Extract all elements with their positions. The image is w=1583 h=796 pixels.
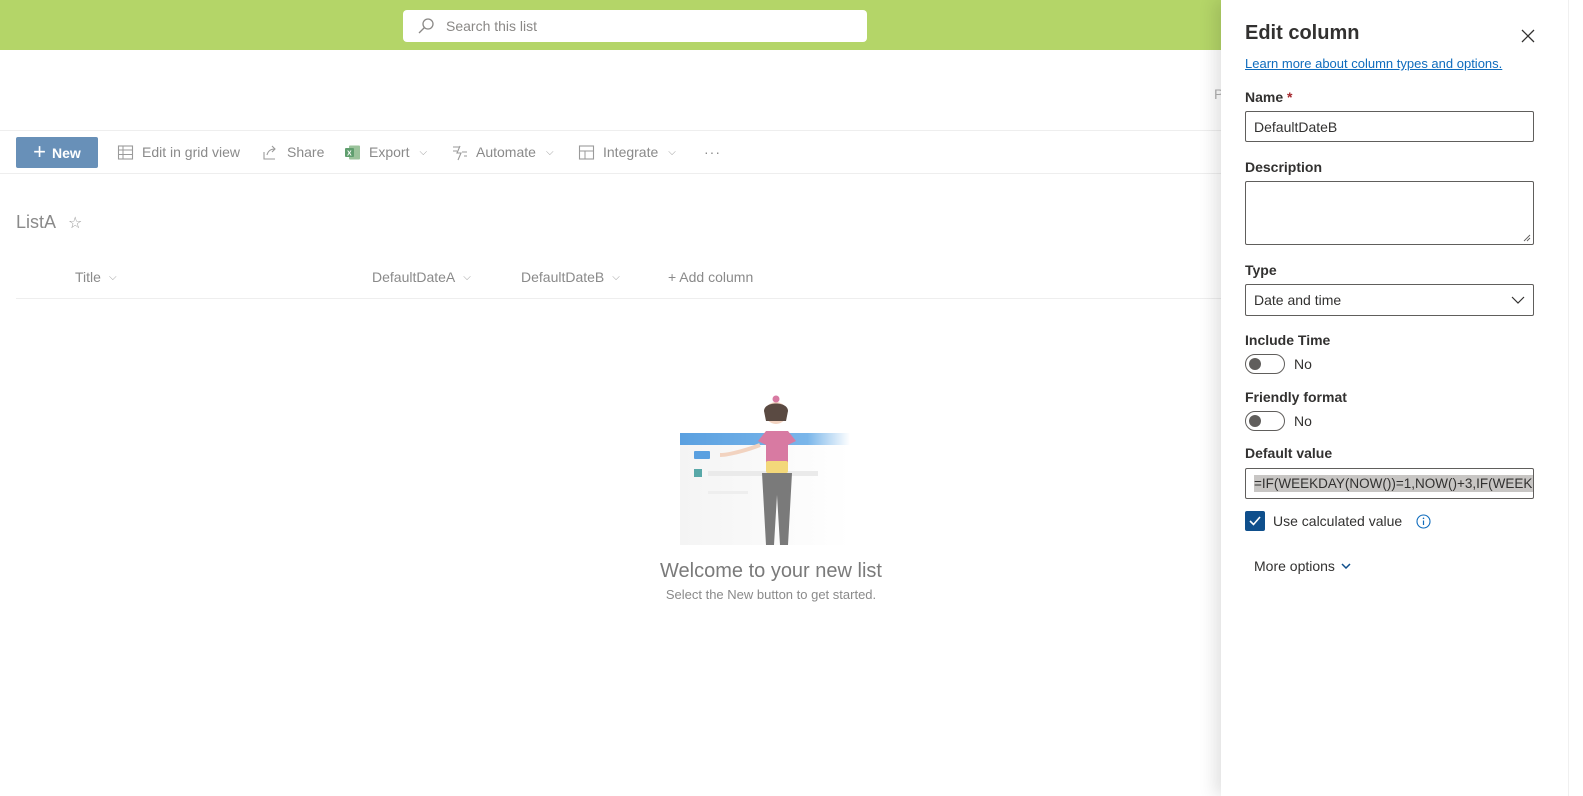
empty-list-illustration — [680, 395, 850, 545]
share-icon — [263, 145, 276, 160]
column-header-title[interactable]: Title ⌵ — [75, 269, 117, 285]
default-value-label: Default value — [1245, 445, 1333, 461]
search-icon — [418, 18, 434, 34]
export-button[interactable]: X Export ⌵ — [344, 131, 427, 173]
welcome-title: Welcome to your new list — [660, 560, 882, 582]
automate-button[interactable]: Automate ⌵ — [451, 131, 554, 173]
new-button-label: New — [52, 144, 81, 161]
close-icon — [1521, 29, 1535, 43]
scrollbar[interactable] — [1568, 0, 1583, 796]
welcome-subtitle: Select the New button to get started. — [665, 587, 877, 602]
edit-grid-button[interactable]: Edit in grid view — [117, 131, 240, 173]
add-column-button[interactable]: + Add column — [668, 269, 753, 285]
toggle-knob — [1249, 415, 1261, 427]
friendly-format-label: Friendly format — [1245, 389, 1347, 405]
overflow-button[interactable]: ··· — [704, 131, 721, 173]
integrate-button[interactable]: Integrate ⌵ — [578, 131, 676, 173]
chevron-down-icon: ⌵ — [419, 146, 428, 158]
chevron-down-icon: ⌵ — [612, 271, 620, 283]
column-header-label: DefaultDateB — [521, 269, 605, 285]
chevron-down-icon: ⌵ — [668, 146, 676, 158]
name-label: Name * — [1245, 89, 1292, 105]
more-options-label: More options — [1254, 558, 1335, 574]
search-box[interactable]: Search this list — [403, 10, 867, 42]
list-title-text: ListA — [16, 212, 57, 232]
column-header-defaultdateb[interactable]: DefaultDateB ⌵ — [521, 269, 620, 285]
list-title: ListA ☆ — [16, 212, 82, 233]
name-label-text: Name — [1245, 89, 1284, 105]
description-field[interactable] — [1245, 181, 1534, 245]
integrate-label: Integrate — [603, 144, 659, 160]
type-dropdown-value: Date and time — [1254, 292, 1342, 308]
checkmark-icon — [1249, 516, 1261, 526]
header-divider — [16, 298, 1221, 299]
svg-text:X: X — [347, 150, 352, 157]
column-header-label: Title — [75, 269, 101, 285]
edit-column-panel: Edit column Learn more about column type… — [1221, 0, 1568, 796]
chevron-down-icon — [1511, 296, 1525, 304]
chevron-down-icon: ⌵ — [545, 146, 554, 158]
required-marker: * — [1287, 89, 1293, 105]
panel-title: Edit column — [1245, 22, 1360, 44]
add-column-label: + Add column — [668, 269, 754, 285]
name-field[interactable]: DefaultDateB — [1245, 111, 1534, 142]
description-label: Description — [1245, 159, 1323, 175]
plus-icon: + — [33, 138, 47, 164]
integrate-icon — [578, 144, 595, 160]
edit-grid-label: Edit in grid view — [142, 144, 241, 160]
new-button[interactable]: + New — [16, 137, 98, 168]
share-button[interactable]: Share — [262, 131, 324, 173]
share-label: Share — [287, 144, 325, 160]
include-time-toggle[interactable] — [1245, 354, 1285, 374]
chevron-down-icon: ⌵ — [108, 271, 117, 283]
automate-icon — [453, 145, 467, 160]
type-dropdown[interactable]: Date and time — [1245, 284, 1534, 316]
type-label: Type — [1245, 262, 1277, 278]
column-header-defaultdatea[interactable]: DefaultDateA ⌵ — [372, 269, 471, 285]
excel-icon: X — [345, 145, 360, 159]
chevron-down-icon: ⌵ — [463, 271, 471, 283]
include-time-toggle-row: No — [1245, 354, 1312, 374]
star-icon[interactable]: ☆ — [68, 213, 82, 233]
more-icon: ··· — [704, 144, 721, 160]
search-placeholder: Search this list — [446, 18, 538, 34]
automate-label: Automate — [476, 144, 536, 160]
toggle-knob — [1249, 358, 1261, 370]
default-value-field[interactable]: =IF(WEEKDAY(NOW())=1,NOW()+3,IF(WEEKD — [1245, 468, 1534, 499]
info-icon[interactable] — [1416, 513, 1431, 529]
grid-icon — [117, 144, 134, 160]
name-field-value: DefaultDateB — [1254, 118, 1338, 135]
close-button[interactable] — [1517, 25, 1539, 47]
column-header-label: DefaultDateA — [372, 269, 456, 285]
use-calculated-checkbox[interactable] — [1245, 511, 1265, 531]
export-label: Export — [369, 144, 410, 160]
more-options-button[interactable]: More options — [1254, 558, 1351, 574]
chevron-down-icon — [1341, 563, 1351, 569]
learn-more-link[interactable]: Learn more about column types and option… — [1245, 56, 1502, 71]
resize-handle-icon[interactable] — [1523, 234, 1531, 242]
friendly-format-toggle[interactable] — [1245, 411, 1285, 431]
friendly-format-state: No — [1294, 413, 1312, 429]
use-calculated-label: Use calculated value — [1273, 513, 1403, 529]
use-calculated-row: Use calculated value — [1245, 511, 1431, 531]
friendly-format-toggle-row: No — [1245, 411, 1312, 431]
default-value-text: =IF(WEEKDAY(NOW())=1,NOW()+3,IF(WEEKD — [1254, 475, 1533, 492]
include-time-state: No — [1294, 356, 1312, 372]
include-time-label: Include Time — [1245, 332, 1331, 348]
